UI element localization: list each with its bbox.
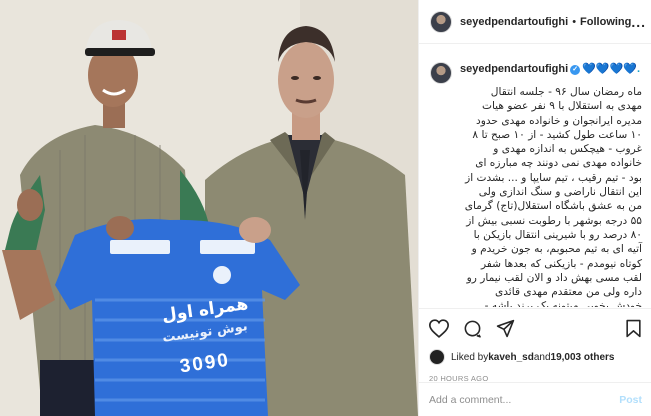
- caption-line: خانواده مهدی نمی دونند چه مبارزه ای: [475, 157, 642, 170]
- caption-line: ماه رمضان سال ۹۶ - جلسه انتقال: [490, 86, 642, 98]
- heart-icon[interactable]: [429, 318, 449, 338]
- caption-hearts: 💙💙💙💙.: [582, 63, 641, 75]
- caption-line: لقب مسی بهش داد و الان لقب نیمار رو: [466, 271, 642, 284]
- liker-avatar[interactable]: [429, 349, 445, 365]
- post-actions: Liked by kaveh_sd and 19,003 others 20 H…: [419, 308, 651, 383]
- share-icon[interactable]: [496, 319, 515, 338]
- caption-line: غروب - هیچکس به اندازه مهدی و: [493, 143, 642, 156]
- liker-username[interactable]: kaveh_sd: [488, 352, 534, 363]
- header-username[interactable]: seyedpendartoufighi: [460, 16, 568, 28]
- caption-line: خودش بخوبی میتونه یک برند باشه -: [484, 300, 642, 307]
- verified-badge-icon: ✓: [570, 65, 581, 75]
- caption-line: ۸۰ درصد رو با شیرینی انتقال بازیکن با: [473, 228, 642, 241]
- likes-count[interactable]: 19,003 others: [551, 352, 615, 363]
- caption-avatar[interactable]: [430, 62, 452, 84]
- likes-prefix: Liked by: [451, 351, 489, 363]
- caption-username-text[interactable]: seyedpendartoufighi: [460, 63, 568, 75]
- following-button[interactable]: Following: [580, 16, 631, 28]
- caption-text: ماه رمضان سال ۹۶ - جلسه انتقال مهدی به اس…: [430, 85, 642, 307]
- post-side-panel: seyedpendartoufighi • Following ... seye…: [418, 0, 651, 416]
- caption-line: ۵۵ درجه بوشهر با رطوبت نسبی بیش از: [466, 214, 642, 227]
- bookmark-icon[interactable]: [625, 319, 642, 338]
- comment-input[interactable]: [429, 393, 620, 406]
- caption: seyedpendartoufighi ✓ 💙💙💙💙. ماه رمضان سال …: [419, 45, 651, 307]
- caption-line: ۱۰ ساعت طول کشید - از ۱۰ صبح تا ۸: [472, 128, 642, 141]
- caption-line: مدیره ایرانجوان و خانواده مهدی حدود: [476, 114, 642, 127]
- caption-header: seyedpendartoufighi ✓ 💙💙💙💙.: [430, 62, 642, 84]
- avatar[interactable]: [430, 10, 452, 33]
- post-button[interactable]: Post: [619, 394, 642, 406]
- likes-middle: and: [533, 351, 551, 363]
- caption-line: کوتاه نیومدم - بازیکنی که بعدها شفر: [480, 257, 642, 270]
- header-dot-separator: •: [572, 15, 577, 28]
- post-header: seyedpendartoufighi • Following ...: [419, 0, 651, 44]
- likes-summary: Liked by kaveh_sd and 19,003 others: [429, 349, 642, 365]
- caption-line: من به عشق باشگاه استقلال(تاج) گرمای: [464, 200, 642, 213]
- more-options-icon[interactable]: ...: [631, 14, 646, 30]
- caption-line: بود - تیم رقیب ، تیم سایپا و ... بشدت از: [465, 171, 642, 184]
- action-icons: [429, 317, 642, 339]
- comment-icon[interactable]: [463, 319, 482, 338]
- caption-line: داره ولی من معتقدم مهدی قائدی: [494, 286, 642, 299]
- comment-bar: Post: [419, 382, 651, 416]
- caption-line: آتیه ای به تیم محبوبم، به جون خریدم و: [471, 243, 642, 256]
- caption-line: مهدی به استقلال با ۹ نفر عضو هیات: [481, 100, 642, 113]
- caption-line: این انتقال ناراضی و سنگ اندازی ولی: [478, 186, 642, 199]
- caption-username[interactable]: seyedpendartoufighi ✓ 💙💙💙💙.: [460, 62, 640, 75]
- post-photo[interactable]: همراه اول بوش تونیست 3090: [0, 0, 418, 416]
